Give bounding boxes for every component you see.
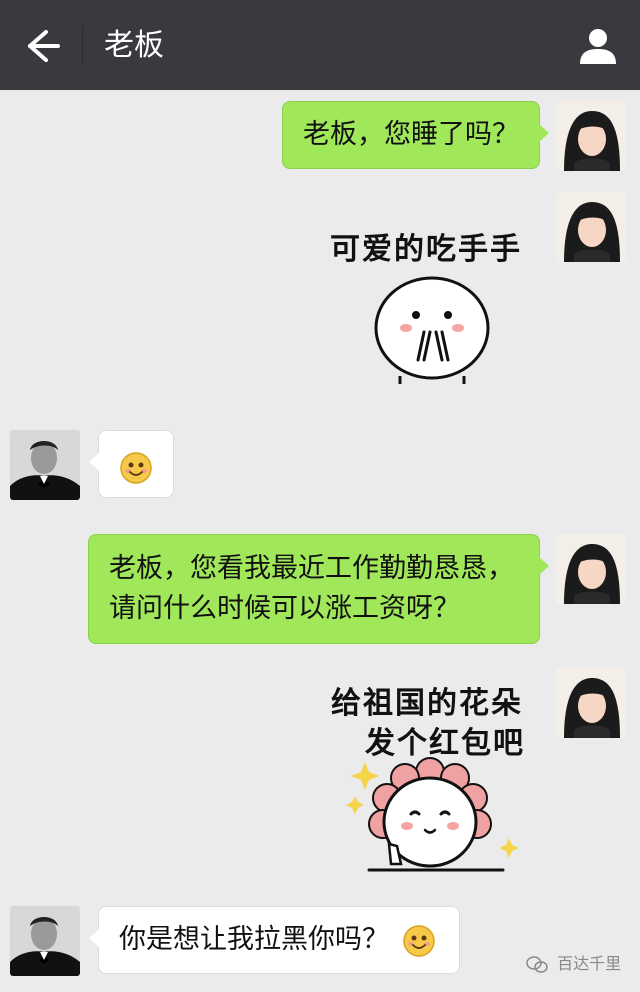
my-avatar[interactable] [556,192,626,262]
girl-avatar-icon [556,192,626,262]
my-avatar[interactable] [556,101,626,171]
message-text: 老板，您睡了吗？ [303,119,519,150]
message-text: 你是想让我拉黑你吗？ [119,924,389,955]
smile-icon [402,924,435,957]
my-avatar[interactable] [556,668,626,738]
back-button[interactable] [16,22,64,70]
girl-avatar-icon [556,101,626,171]
message-bubble-sent[interactable]: 老板，您睡了吗？ [282,101,549,169]
sticker-caption: 可爱的吃手手 [330,232,522,267]
man-avatar-icon [10,906,80,976]
person-icon [580,29,616,64]
sticker-caption-line: 给祖国的花朵 [331,686,523,721]
header-divider [82,26,83,66]
girl-avatar-icon [556,534,626,604]
sticker-eat-hands[interactable]: 可爱的吃手手 [320,210,540,390]
sticker-face-icon [374,276,490,384]
message-text-line: 老板，您看我最近工作勤勤恳恳， [109,553,514,584]
my-avatar[interactable] [556,534,626,604]
boss-avatar[interactable] [10,906,80,976]
watermark: 百达千里 [526,950,621,974]
girl-avatar-icon [556,668,626,738]
chat-header: 老板 [0,0,640,90]
sticker-flower-red-envelope[interactable]: 给祖国的花朵 发个红包吧 [325,672,545,882]
message-bubble-received[interactable]: 你是想让我拉黑你吗？ [89,906,460,974]
wechat-logo-icon [526,955,548,973]
chat-title: 老板 [104,28,164,63]
boss-avatar[interactable] [10,430,80,500]
message-bubble-sent[interactable]: 老板，您看我最近工作勤勤恳恳， 请问什么时候可以涨工资呀？ [88,534,549,644]
smile-icon [120,451,152,484]
chat-info-button[interactable] [576,24,620,68]
message-text-line: 请问什么时候可以涨工资呀？ [109,593,460,624]
flower-face-icon [346,757,519,872]
back-arrow-icon [28,30,60,62]
man-avatar-icon [10,430,80,500]
watermark-text: 百达千里 [557,954,622,973]
message-bubble-received[interactable] [89,430,174,498]
